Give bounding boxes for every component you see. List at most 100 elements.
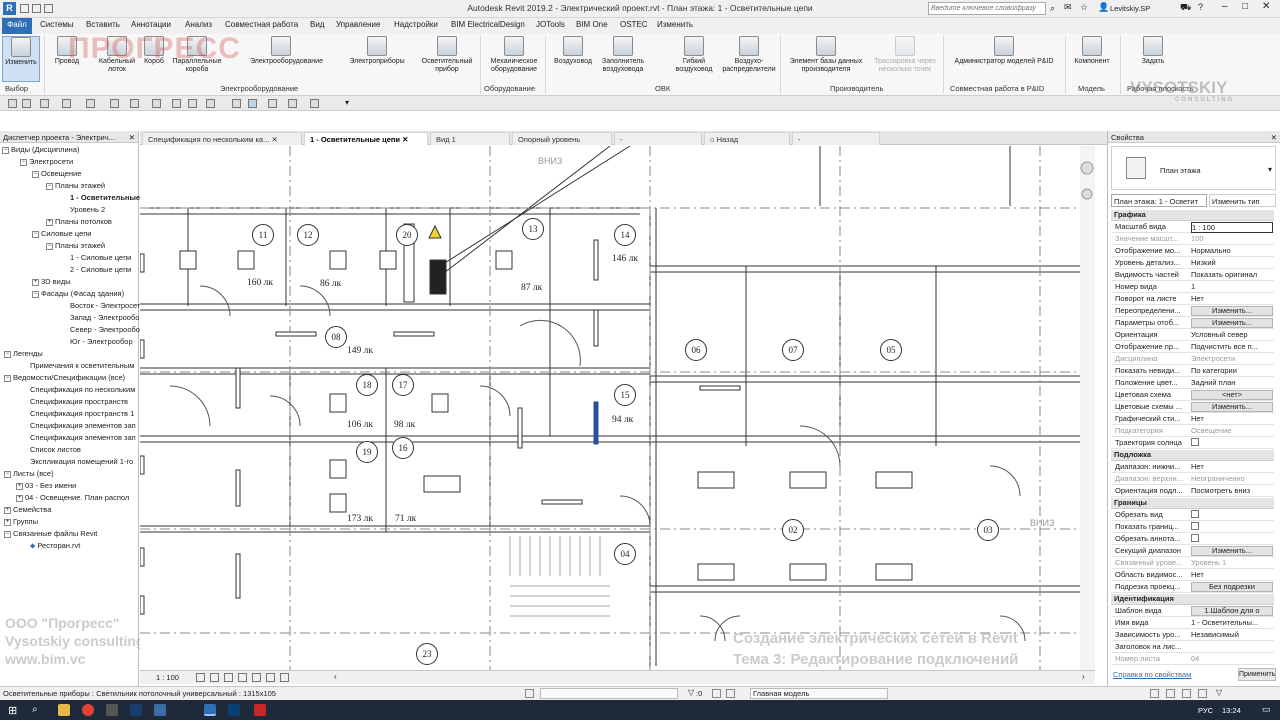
tree-node[interactable]: Спецификация пространств [30, 397, 128, 406]
minimize-button[interactable]: – [1222, 1, 1228, 12]
search-input[interactable] [928, 2, 1046, 15]
set-workplane-button[interactable]: Задать [1136, 36, 1170, 66]
prop-row[interactable]: Область видимос... Нет [1111, 569, 1274, 581]
room-tag[interactable]: 02 [782, 519, 804, 541]
crop-region-visible-checkbox[interactable] [1191, 522, 1199, 530]
tree-node[interactable]: − Фасады (Фасад здания) [32, 289, 124, 298]
hide-icon[interactable] [266, 673, 275, 682]
tree-node[interactable]: Спецификация по нескольким [30, 385, 135, 394]
prop-value[interactable]: 1 - Осветительны... [1191, 618, 1273, 627]
prop-row[interactable]: Подкатегория Освещение [1111, 425, 1274, 437]
selected-fixture[interactable] [593, 401, 599, 445]
prop-value[interactable]: Нет [1191, 414, 1273, 423]
prop-row[interactable]: Значение масшт... 100 [1111, 233, 1274, 245]
room-tag[interactable]: 18 [356, 374, 378, 396]
search-icon[interactable]: ⌕ [32, 704, 38, 715]
prop-row[interactable]: Связанный урове... Уровень 1 [1111, 557, 1274, 569]
save-icon[interactable] [22, 99, 31, 108]
lux-label[interactable]: 160 лк [247, 278, 273, 288]
prop-row[interactable]: Переопределени... Изменить... [1111, 305, 1274, 317]
prop-value[interactable]: Подчистить все п... [1191, 342, 1273, 351]
warning-icon[interactable] [428, 224, 442, 239]
close-icon[interactable]: ✕ [402, 135, 408, 144]
chrome-icon[interactable] [82, 704, 94, 716]
component-button[interactable]: Компонент [1068, 36, 1116, 66]
workset-icon[interactable] [525, 689, 534, 698]
menu-collaborate[interactable]: Совместная работа [225, 20, 298, 29]
room-tag[interactable]: 17 [392, 374, 414, 396]
prop-value[interactable]: Посмотреть вниз [1191, 486, 1273, 495]
tree-node[interactable]: Север - Электрообор [70, 325, 144, 334]
crop-icon[interactable] [252, 673, 261, 682]
prop-row[interactable]: Параметры отоб... Изменить... [1111, 317, 1274, 329]
tag-icon[interactable] [172, 99, 181, 108]
color-schemes-button[interactable]: Изменить... [1191, 402, 1273, 412]
type-selector[interactable]: План этажа ▾ [1111, 146, 1276, 190]
lux-label[interactable]: 94 лк [612, 415, 633, 425]
customize-icon[interactable]: ▾ [345, 98, 349, 107]
menu-bim-electrical[interactable]: BIM ElectricalDesign [451, 20, 525, 29]
menu-manage[interactable]: Управление [336, 20, 380, 29]
tree-node[interactable]: ⬥ Ресторан.rvt [30, 541, 80, 551]
photoshop-icon[interactable] [228, 704, 240, 716]
tab-back[interactable]: ⌂ Назад [704, 132, 790, 145]
prop-row[interactable]: Показать невиди... По категории [1111, 365, 1274, 377]
tree-node[interactable]: − Виды (Дисциплина) [2, 145, 79, 154]
color-scheme-button[interactable]: <нет> [1191, 390, 1273, 400]
dimension-icon[interactable] [152, 99, 161, 108]
drawing-canvas[interactable]: 11 12 20 13 14 08 18 17 15 19 16 04 23 0… [140, 146, 1095, 670]
room-tag[interactable]: 07 [782, 339, 804, 361]
menu-annotate[interactable]: Аннотации [131, 20, 171, 29]
prop-row[interactable]: Секущий диапазон Изменить... [1111, 545, 1274, 557]
recorder-icon[interactable] [254, 704, 266, 716]
prop-row[interactable]: Масштаб вида 1 : 100 [1111, 221, 1274, 233]
tree-node[interactable]: Примечания к осветительным [30, 361, 134, 370]
detail-level-icon[interactable] [196, 673, 205, 682]
thin-lines-icon[interactable] [248, 99, 257, 108]
prop-row[interactable]: Цветовая схема <нет> [1111, 389, 1274, 401]
tree-node[interactable]: Экспликация помещений 1-го [30, 457, 133, 466]
open-icon[interactable] [8, 99, 17, 108]
duct-placeholder-button[interactable]: Заполнитель воздуховода [596, 36, 650, 74]
prop-row[interactable]: Обрезать вид [1111, 509, 1274, 521]
prop-row[interactable]: Обрезать аннота... [1111, 533, 1274, 545]
group-select[interactable]: Выбор [5, 84, 28, 93]
flex-duct-button[interactable]: Гибкий воздуховод [672, 36, 716, 74]
prop-row[interactable]: Положение цвет... Задний план [1111, 377, 1274, 389]
prop-row[interactable]: Графический сти... Нет [1111, 413, 1274, 425]
menu-addins[interactable]: Надстройки [394, 20, 438, 29]
shadows-icon[interactable] [238, 673, 247, 682]
section-underlay[interactable]: Подложка [1111, 450, 1274, 461]
visual-style-icon[interactable] [210, 673, 219, 682]
instance-selector[interactable]: План этажа: 1 - Осветит [1111, 194, 1207, 207]
room-tag[interactable]: 20 [396, 224, 418, 246]
sun-path-icon[interactable] [224, 673, 233, 682]
prop-value[interactable]: Независимый [1191, 630, 1273, 639]
tree-node[interactable]: − Планы этажей [46, 181, 105, 190]
room-tag[interactable]: 19 [356, 441, 378, 463]
cart-icon[interactable]: ⛟ [1180, 2, 1191, 14]
filter-icon[interactable]: ▽ [688, 688, 694, 697]
prop-value[interactable]: Нормально [1191, 246, 1273, 255]
tree-node[interactable]: Восток - Электросети [70, 301, 145, 310]
modify-button[interactable]: Изменить [2, 36, 40, 82]
tree-node[interactable]: Спецификация пространств 1 [30, 409, 134, 418]
menu-modify[interactable]: Изменить [657, 20, 693, 29]
notifications-icon[interactable]: ▭ [1262, 704, 1271, 715]
keyboard-language[interactable]: РУС [1198, 706, 1213, 715]
depth-clipping-button[interactable]: Без подрезки [1191, 582, 1273, 592]
tree-node[interactable]: 1 - Силовые цепи [70, 253, 131, 262]
windows-start-icon[interactable]: ⊞ [8, 704, 17, 717]
select-pinned-icon[interactable] [1166, 689, 1175, 698]
tree-node[interactable]: − Планы этажей [46, 241, 105, 250]
design-options-icon[interactable] [712, 689, 721, 698]
tree-node[interactable]: − Освещение [32, 169, 81, 178]
tree-node-selected[interactable]: 1 - Осветительные [70, 193, 140, 202]
tree-node[interactable]: Юг - Электрообор [70, 337, 133, 346]
tree-node[interactable]: − Листы (все) [4, 469, 54, 478]
section-graphics[interactable]: Графика [1111, 210, 1274, 221]
autodesk-icon[interactable] [106, 704, 118, 716]
scroll-left-icon[interactable]: ‹ [334, 672, 337, 681]
prop-value[interactable]: 1 : 100 [1191, 222, 1273, 233]
prop-value[interactable]: Показать оригинал [1191, 270, 1273, 279]
